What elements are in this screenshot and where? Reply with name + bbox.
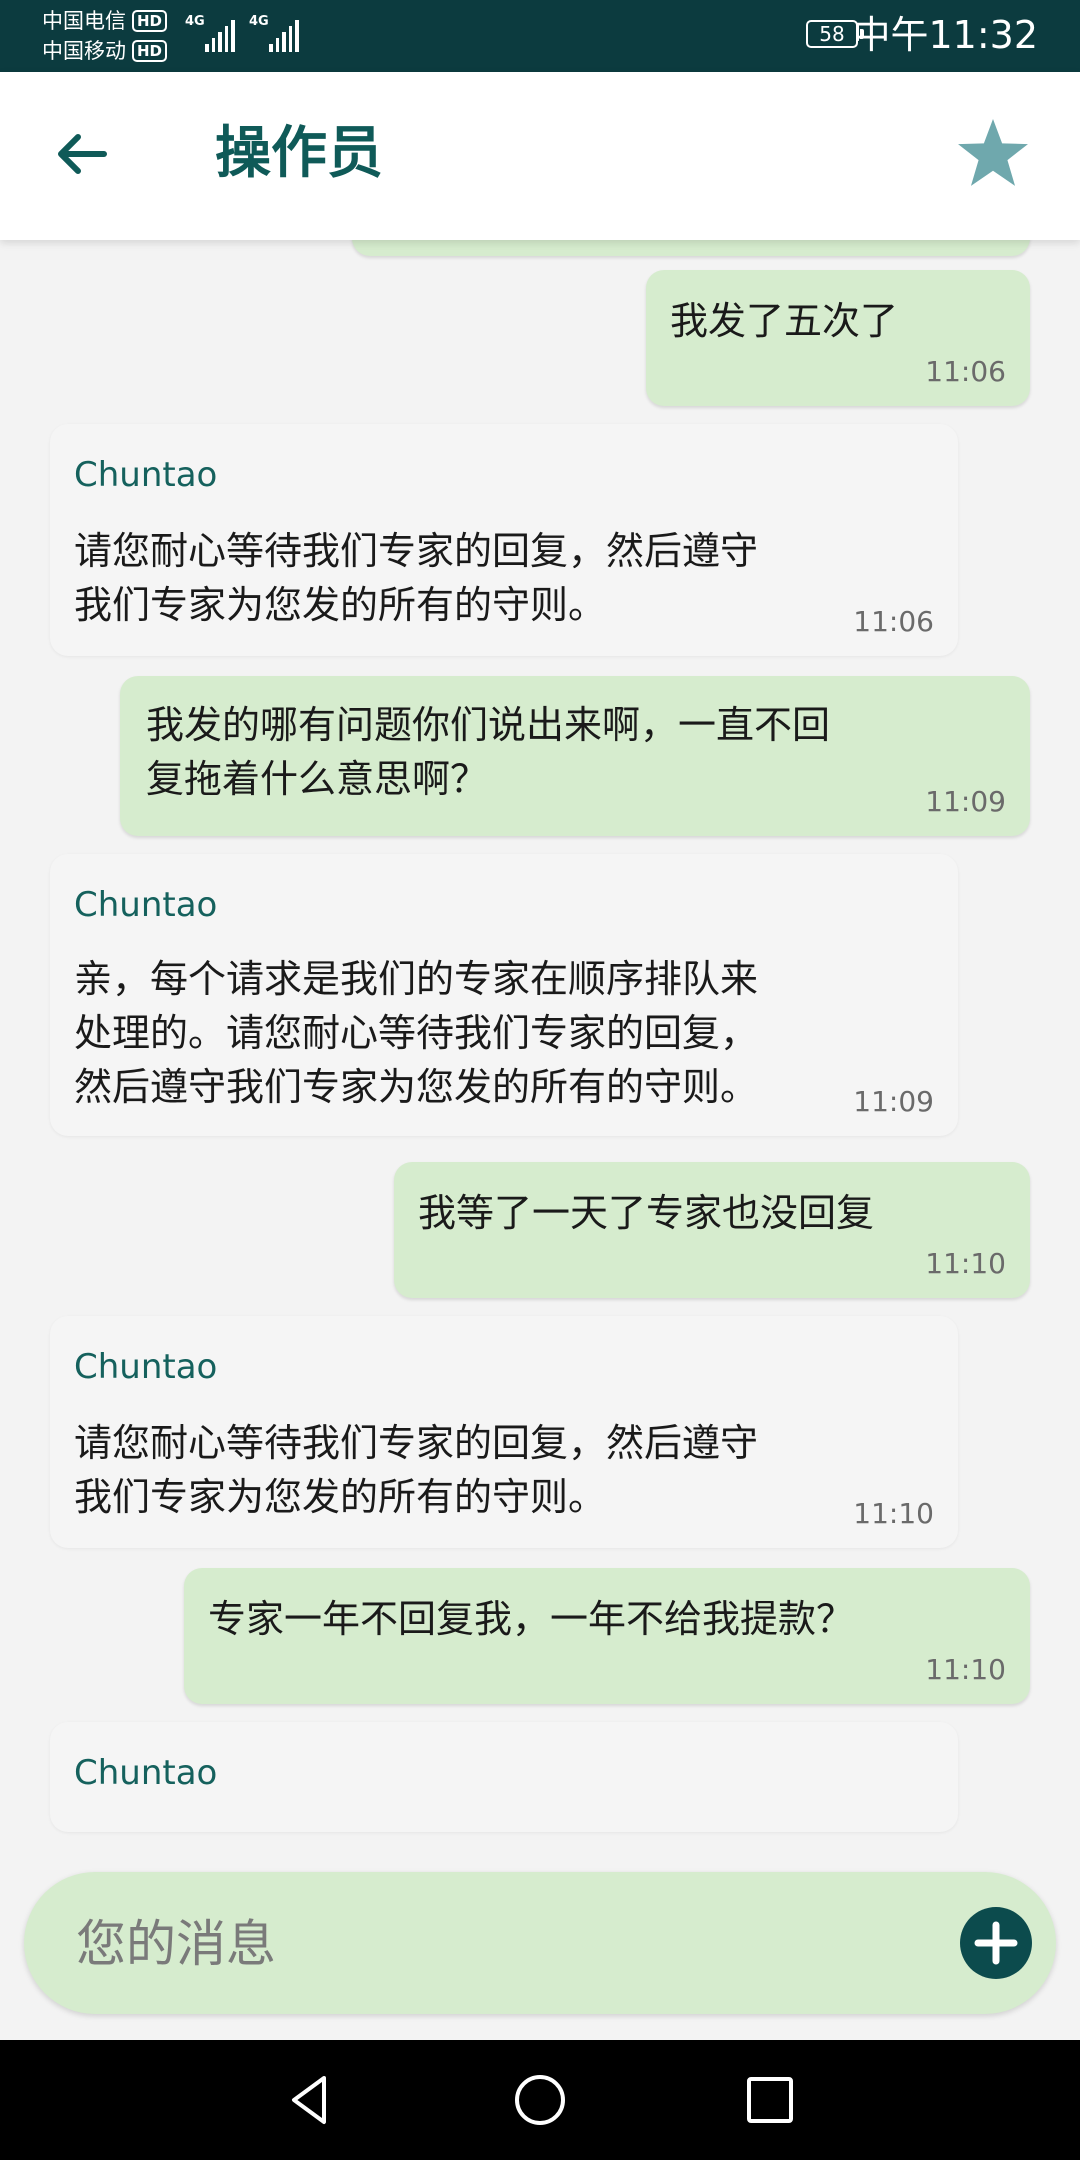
carrier-name-1: 中国电信 [42,9,126,33]
sender-name: Chuntao [74,1753,218,1793]
battery-icon: 58 [806,20,864,48]
recent-apps-square-icon[interactable] [740,2070,800,2130]
system-navigation-bar [0,2040,1080,2160]
outgoing-message[interactable]: 我等了一天了专家也没回复 11:10 [394,1162,1030,1298]
app-bar: 操作员 [0,72,1080,240]
sender-name: Chuntao [74,1347,218,1387]
message-text: 我发的哪有问题你们说出来啊，一直不回 复拖着什么意思啊？ [146,703,831,801]
message-text: 请您耐心等待我们专家的回复，然后遵守 我们专家为您发的所有的守则。 [74,1421,759,1519]
signal-indicators: 4G 4G [185,14,299,52]
add-attachment-button[interactable] [960,1907,1032,1979]
plus-icon [974,1921,1018,1965]
incoming-message[interactable]: Chuntao 亲，每个请求是我们的专家在顺序排队来 处理的。请您耐心等待我们专… [50,854,958,1136]
message-time: 11:10 [925,1653,1006,1686]
outgoing-message[interactable]: 专家一年不回复我，一年不给我提款？ 11:10 [184,1568,1030,1704]
battery-level: 58 [819,22,845,46]
star-icon[interactable] [955,116,1031,192]
message-bubble-partial [352,240,1030,256]
sender-name: Chuntao [74,885,218,925]
carrier-info: 中国电信 HD 中国移动 HD [42,6,168,66]
carrier-name-2: 中国移动 [42,39,126,63]
message-text: 亲，每个请求是我们的专家在顺序排队来 处理的。请您耐心等待我们专家的回复， 然后… [74,957,759,1109]
message-text: 专家一年不回复我，一年不给我提款？ [208,1597,855,1641]
message-time: 11:10 [925,1247,1006,1280]
hd-badge-1: HD [132,10,168,32]
message-time: 11:09 [925,785,1006,818]
chat-messages[interactable]: 我发了五次了 11:06 Chuntao 请您耐心等待我们专家的回复，然后遵守 … [0,240,1080,1840]
outgoing-message[interactable]: 我发了五次了 11:06 [646,270,1030,406]
message-time: 11:06 [853,605,934,638]
status-bar: 中国电信 HD 中国移动 HD 4G 4G 58 中午11:32 [0,0,1080,72]
back-triangle-icon[interactable] [280,2070,340,2130]
outgoing-message[interactable]: 我发的哪有问题你们说出来啊，一直不回 复拖着什么意思啊？ 11:09 [120,676,1030,836]
message-text: 请您耐心等待我们专家的回复，然后遵守 我们专家为您发的所有的守则。 [74,529,759,627]
sender-name: Chuntao [74,455,218,495]
status-time: 中午11:32 [852,13,1038,57]
message-time: 11:09 [853,1085,934,1118]
signal-strength-icon: 4G [185,14,235,52]
message-composer [24,1872,1056,2014]
network-type-1: 4G [185,14,205,29]
message-time: 11:10 [853,1497,934,1530]
home-circle-icon[interactable] [510,2070,570,2130]
message-text: 我等了一天了专家也没回复 [418,1191,875,1235]
hd-badge-2: HD [132,40,168,62]
network-type-2: 4G [249,14,269,29]
signal-strength-icon: 4G [249,14,299,52]
arrow-left-icon[interactable] [52,124,112,184]
message-time: 11:06 [925,355,1006,388]
page-title: 操作员 [215,121,383,186]
incoming-message[interactable]: Chuntao 请您耐心等待我们专家的回复，然后遵守 我们专家为您发的所有的守则… [50,424,958,656]
message-text: 我发了五次了 [670,299,899,343]
incoming-message[interactable]: Chuntao 请您耐心等待我们专家的回复，然后遵守 我们专家为您发的所有的守则… [50,1316,958,1548]
incoming-message[interactable]: Chuntao [50,1722,958,1832]
message-input[interactable] [74,1908,928,1980]
